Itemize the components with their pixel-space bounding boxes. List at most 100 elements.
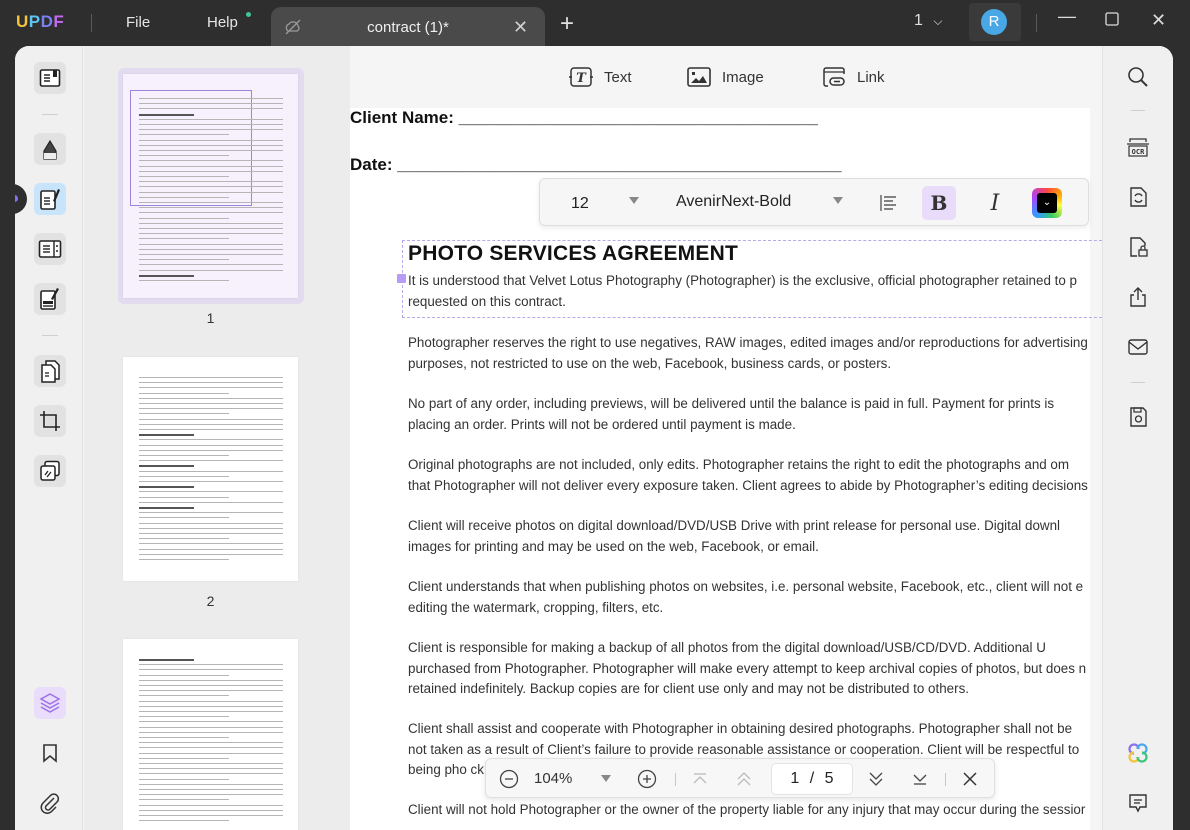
thumbnail-text-line xyxy=(139,429,283,430)
thumbnail-text-line xyxy=(139,392,229,394)
add-link-button[interactable]: Link xyxy=(821,66,885,88)
logo-letter: P xyxy=(28,12,41,31)
thumbnail-text-line xyxy=(139,176,229,177)
thumbnail-text-line xyxy=(139,716,229,718)
page-number-input[interactable]: 1 / 5 xyxy=(771,763,853,795)
convert-pdf-button[interactable] xyxy=(1125,184,1151,210)
intro-paragraph-line[interactable]: It is understood that Velvet Lotus Photo… xyxy=(408,271,1077,292)
attachments-button[interactable] xyxy=(34,787,66,819)
fill-sign-button[interactable] xyxy=(34,283,66,315)
previous-page-button[interactable] xyxy=(733,768,755,790)
organize-pages-button[interactable] xyxy=(34,233,66,265)
maximize-button[interactable] xyxy=(1105,12,1119,26)
new-tab-button[interactable]: + xyxy=(560,10,574,38)
ocr-button[interactable]: OCR xyxy=(1125,134,1151,160)
paragraph-line: purposes, not restricted to use on the w… xyxy=(408,355,892,371)
paragraph-line: Client will receive photos on digital do… xyxy=(408,518,1060,533)
zoom-out-icon xyxy=(499,769,519,789)
search-button[interactable] xyxy=(1125,64,1151,90)
layers-button[interactable] xyxy=(34,687,66,719)
thumbnail-text-line xyxy=(139,259,229,261)
left-toolbar xyxy=(15,46,83,830)
book-open-icon xyxy=(39,69,61,87)
bookmark-icon xyxy=(43,744,57,763)
add-text-button[interactable]: T Text xyxy=(568,66,632,88)
thumbnail-text-line xyxy=(139,768,283,770)
font-family-dropdown-icon[interactable] xyxy=(833,197,843,204)
logo-letter: U xyxy=(16,12,29,31)
zoom-dropdown-icon[interactable] xyxy=(601,775,611,782)
paragraph-line: Client is responsible for making a backu… xyxy=(408,640,1046,655)
zoom-in-button[interactable] xyxy=(636,768,658,790)
save-icon xyxy=(1130,407,1147,427)
thumbnail-text-line xyxy=(139,711,283,712)
convert-icon xyxy=(1130,187,1147,207)
align-button[interactable] xyxy=(872,186,906,220)
document-tab[interactable]: contract (1)* ✕ xyxy=(271,7,545,47)
last-page-button[interactable] xyxy=(909,768,931,790)
email-button[interactable] xyxy=(1125,334,1151,360)
thumbnail-text-line xyxy=(139,455,229,456)
crop-button[interactable] xyxy=(34,405,66,437)
document-title[interactable]: PHOTO SERVICES AGREEMENT xyxy=(408,242,738,266)
page-thumbnail-2[interactable] xyxy=(123,357,298,581)
close-icon xyxy=(963,772,977,786)
paragraph-line: purchased from Photographer. Photographe… xyxy=(408,660,1087,676)
thumbnail-text-line xyxy=(139,382,283,384)
page-thumbnail-1[interactable] xyxy=(123,74,298,298)
bold-button[interactable]: B xyxy=(922,186,956,220)
thumbnail-text-line xyxy=(139,674,229,676)
thumbnail-text-line xyxy=(139,181,283,183)
logo-letter: D xyxy=(40,12,54,31)
page-thumbnail-3[interactable] xyxy=(123,639,298,830)
minimize-button[interactable]: — xyxy=(1058,6,1076,27)
next-page-button[interactable] xyxy=(865,768,887,790)
thumbnail-text-line xyxy=(139,659,194,661)
add-image-button[interactable]: Image xyxy=(686,66,764,88)
comment-tool-button[interactable] xyxy=(34,133,66,165)
italic-button[interactable]: I xyxy=(978,186,1012,220)
close-navigation-button[interactable] xyxy=(959,768,981,790)
account-button[interactable]: R xyxy=(969,3,1021,41)
current-page: 1 xyxy=(790,770,800,787)
convert-button[interactable] xyxy=(34,355,66,387)
reader-button[interactable] xyxy=(34,62,66,94)
window-count: 1 xyxy=(914,12,923,29)
close-window-button[interactable]: ✕ xyxy=(1151,10,1166,31)
thumbnail-text-line xyxy=(139,481,283,482)
thumbnail-text-line xyxy=(139,496,229,498)
thumbnail-text-line xyxy=(139,377,283,378)
paragraph-line: placing an order. Prints will not be ord… xyxy=(408,416,796,432)
save-button[interactable] xyxy=(1125,404,1151,430)
thumbnail-text-line xyxy=(139,460,283,462)
divider xyxy=(1131,110,1145,111)
resize-handle[interactable] xyxy=(397,274,406,283)
bookmarks-button[interactable] xyxy=(34,737,66,769)
menu-help[interactable]: Help xyxy=(207,14,238,31)
zoom-level[interactable]: 104% xyxy=(534,770,572,787)
chevron-down-icon: ⌄ xyxy=(1037,193,1057,213)
window-selector[interactable]: 1 ⌵ xyxy=(914,12,942,30)
font-family-select[interactable]: AvenirNext-Bold xyxy=(676,193,791,211)
thumbnail-text-line xyxy=(139,517,229,519)
first-page-button[interactable] xyxy=(689,768,711,790)
thumbnail-text-line xyxy=(139,98,283,99)
share-button[interactable] xyxy=(1125,284,1151,310)
menu-file[interactable]: File xyxy=(126,14,150,31)
edit-pdf-button[interactable] xyxy=(34,183,66,215)
intro-paragraph-line[interactable]: requested on this contract. xyxy=(408,292,566,313)
watermark-button[interactable] xyxy=(34,455,66,487)
zoom-out-button[interactable] xyxy=(498,768,520,790)
thumbnail-text-line xyxy=(139,108,283,110)
thumbnail-text-line xyxy=(139,789,283,790)
font-size-select[interactable]: 12 xyxy=(571,195,589,213)
close-tab-icon[interactable]: ✕ xyxy=(513,17,528,38)
comments-button[interactable] xyxy=(1125,790,1151,816)
thumbnail-text-line xyxy=(139,512,283,514)
updf-logo: UPDF xyxy=(16,12,64,32)
font-size-dropdown-icon[interactable] xyxy=(629,197,639,204)
thumbnail-text-line xyxy=(139,669,283,671)
text-color-button[interactable]: ⌄ xyxy=(1030,186,1064,220)
ai-assistant-button[interactable] xyxy=(1125,740,1151,766)
protect-button[interactable] xyxy=(1125,234,1151,260)
